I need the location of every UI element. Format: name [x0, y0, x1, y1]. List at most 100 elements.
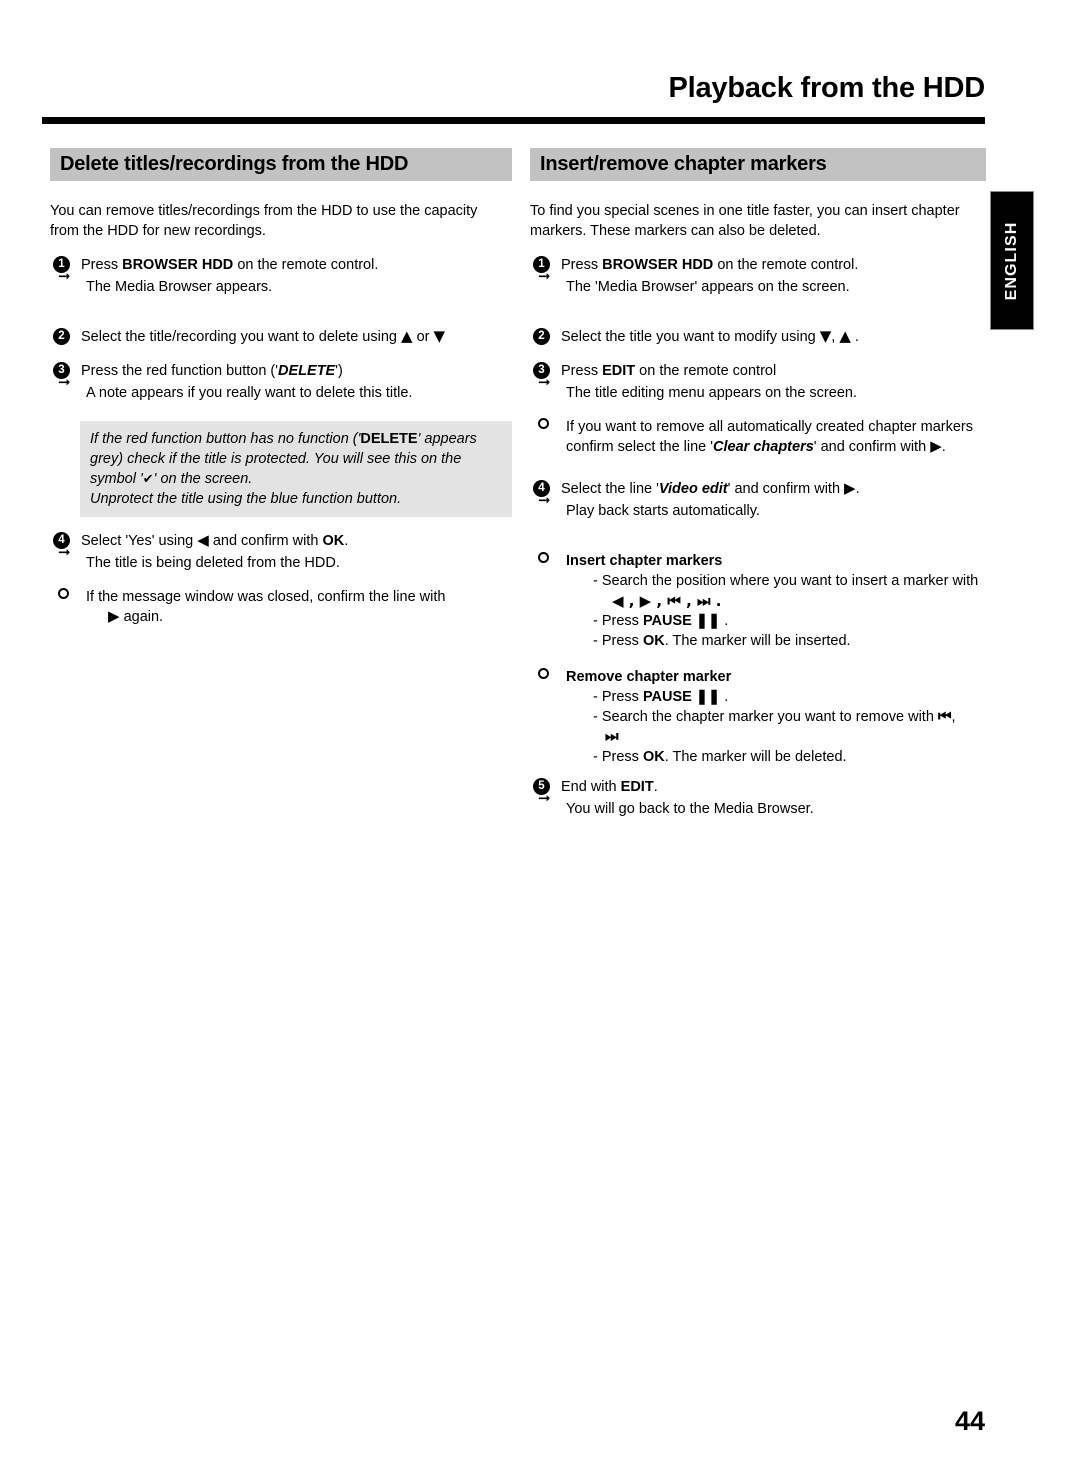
- left-intro-text: You can remove titles/recordings from th…: [50, 203, 478, 239]
- remote-key-pause: PAUSE ❚❚: [642, 613, 721, 629]
- result-text: The title editing menu appears on the sc…: [566, 385, 857, 401]
- left-step-1-result: ➞ The Media Browser appears.: [58, 267, 273, 296]
- step-text-pre: Select the line ': [561, 481, 659, 497]
- right-intro-text: To find you special scenes in one title …: [530, 203, 960, 239]
- step-text-post: on the remote control.: [717, 257, 859, 273]
- remote-key-ok: OK: [642, 749, 665, 765]
- page-number: 44: [954, 1406, 985, 1436]
- left-step-1: 1 Press BROWSER HDD on the remote contro…: [50, 255, 512, 275]
- result-text: A note appears if you really want to del…: [86, 385, 413, 401]
- arrow-up-icon: ▲: [839, 327, 851, 345]
- skip-forward-icon: ⏭: [605, 727, 619, 745]
- note-sub-text: again.: [123, 609, 164, 625]
- step-text-post: .: [653, 779, 658, 795]
- remove-markers-items: - Press PAUSE ❚❚ . - Search the chapter …: [588, 687, 986, 767]
- remote-key-ok: OK: [322, 533, 345, 549]
- step-text-post: .: [854, 329, 859, 345]
- right-step-1: 1 Press BROWSER HDD on the remote contro…: [530, 255, 986, 275]
- info-box-line-2: Unprotect the title using the blue funct…: [90, 491, 402, 507]
- right-column: Insert/remove chapter markers To find yo…: [530, 148, 986, 819]
- remote-key-ok: OK: [642, 633, 665, 649]
- insert-markers-items: - Search the position where you want to …: [588, 571, 986, 651]
- circle-bullet-icon: [538, 418, 549, 429]
- remove-chapter-marker-title: Remove chapter marker: [566, 669, 732, 685]
- left-section-heading: Delete titles/recordings from the HDD: [50, 148, 512, 181]
- menu-item-clear-chapters: Clear chapters: [713, 439, 814, 455]
- right-step-1-result: ➞ The 'Media Browser' appears on the scr…: [538, 267, 850, 296]
- step-text-post: on the remote control.: [237, 257, 379, 273]
- left-step-2: 2 Select the title/recording you want to…: [50, 327, 512, 347]
- left-step-3-result: ➞ A note appears if you really want to d…: [58, 373, 413, 402]
- arrow-right-icon: ▶: [844, 479, 856, 497]
- remove-chapter-marker-block: Remove chapter marker - Press PAUSE ❚❚ .…: [530, 667, 986, 767]
- note-sub-line: ▶ again.: [108, 607, 512, 627]
- left-note-message-window: If the message window was closed, confir…: [50, 587, 512, 627]
- arrow-up-icon: ▲: [401, 327, 413, 345]
- step-text-pre: Select the title/recording you want to d…: [81, 329, 397, 345]
- right-note-clear-chapters: If you want to remove all automatically …: [530, 417, 986, 457]
- left-column: Delete titles/recordings from the HDD Yo…: [50, 148, 512, 627]
- step-text-post: '): [335, 363, 343, 379]
- insert-markers-item-3: - Press OK. The marker will be inserted.: [593, 633, 851, 649]
- right-step-5-result: ➞ You will go back to the Media Browser.: [538, 789, 814, 818]
- page-title: Playback from the HDD: [668, 72, 986, 104]
- step-text-pre: Select the title you want to modify usin…: [561, 329, 816, 345]
- note-text-post: ' and confirm with: [813, 439, 927, 455]
- right-step-5: 5 End with EDIT.: [530, 777, 986, 797]
- result-text: Play back starts automatically.: [566, 503, 760, 519]
- note-text: If the message window was closed, confir…: [86, 589, 446, 605]
- header-divider: [42, 117, 985, 124]
- step-text-pre: Press: [81, 257, 119, 273]
- step-text-end: .: [855, 481, 860, 497]
- menu-item-video-edit: Video edit: [658, 481, 728, 497]
- step-text-post: on the remote control: [639, 363, 777, 379]
- insert-markers-item-1: - Search the position where you want to …: [593, 573, 979, 589]
- left-step-4-result: ➞ The title is being deleted from the HD…: [58, 543, 340, 572]
- arrow-right-icon: ▶: [108, 607, 120, 625]
- step-number-badge: 2: [533, 328, 550, 345]
- circle-bullet-icon: [538, 668, 549, 679]
- language-tab-english: ENGLISH: [990, 191, 1034, 330]
- remote-key-edit: EDIT: [602, 363, 636, 379]
- remote-key-edit: EDIT: [620, 779, 654, 795]
- insert-markers-item-2: - Press PAUSE ❚❚ .: [593, 613, 729, 629]
- result-text: The title is being deleted from the HDD.: [86, 555, 340, 571]
- navigation-glyphs: ◀ , ▶ , ⏮ , ⏭ .: [612, 592, 722, 610]
- info-box-line-1: If the red function button has no functi…: [90, 431, 477, 487]
- step-number-badge: 2: [53, 328, 70, 345]
- step-text-pre: Press: [561, 257, 599, 273]
- result-text: The 'Media Browser' appears on the scree…: [566, 279, 850, 295]
- right-step-3-result: ➞ The title editing menu appears on the …: [538, 373, 857, 402]
- right-section-heading: Insert/remove chapter markers: [530, 148, 986, 181]
- arrow-left-icon: ◀: [197, 531, 209, 549]
- remote-key-browser-hdd: BROWSER HDD: [122, 257, 234, 273]
- circle-bullet-icon: [58, 588, 69, 599]
- step-text-mid: or: [416, 329, 430, 345]
- skip-back-icon: ⏮: [937, 707, 952, 725]
- step-text-pre: Press the red function button (': [81, 363, 279, 379]
- remove-markers-item-2: - Search the chapter marker you want to …: [593, 707, 956, 745]
- step-text-post: .: [344, 533, 349, 549]
- note-text-end: .: [941, 439, 946, 455]
- checkmark-icon: ✔: [142, 472, 154, 487]
- right-step-4: 4 Select the line 'Video edit' and confi…: [530, 479, 986, 499]
- result-text: You will go back to the Media Browser.: [566, 801, 814, 817]
- remove-markers-item-3: - Press OK. The marker will be deleted.: [593, 749, 847, 765]
- remove-markers-item-1: - Press PAUSE ❚❚ .: [593, 689, 729, 705]
- step-text-mid: and confirm with: [212, 533, 319, 549]
- arrow-down-icon: ▼: [819, 327, 832, 345]
- remote-key-pause: PAUSE ❚❚: [642, 689, 721, 705]
- circle-bullet-icon: [538, 552, 549, 563]
- step-text-pre: Press: [561, 363, 599, 379]
- right-step-2: 2 Select the title you want to modify us…: [530, 327, 986, 347]
- arrow-down-icon: ▼: [433, 327, 446, 345]
- insert-chapter-markers-block: Insert chapter markers - Search the posi…: [530, 551, 986, 651]
- right-step-3: 3 Press EDIT on the remote control: [530, 361, 986, 381]
- left-steps-list: 1 Press BROWSER HDD on the remote contro…: [50, 255, 512, 627]
- left-step-4: 4 Select 'Yes' using ◀ and confirm with …: [50, 531, 512, 551]
- right-step-4-result: ➞ Play back starts automatically.: [538, 491, 760, 520]
- language-tab-label: ENGLISH: [1003, 221, 1020, 300]
- step-text-post: ' and confirm with: [727, 481, 841, 497]
- result-text: The Media Browser appears.: [86, 279, 273, 295]
- step-text-pre: End with: [561, 779, 617, 795]
